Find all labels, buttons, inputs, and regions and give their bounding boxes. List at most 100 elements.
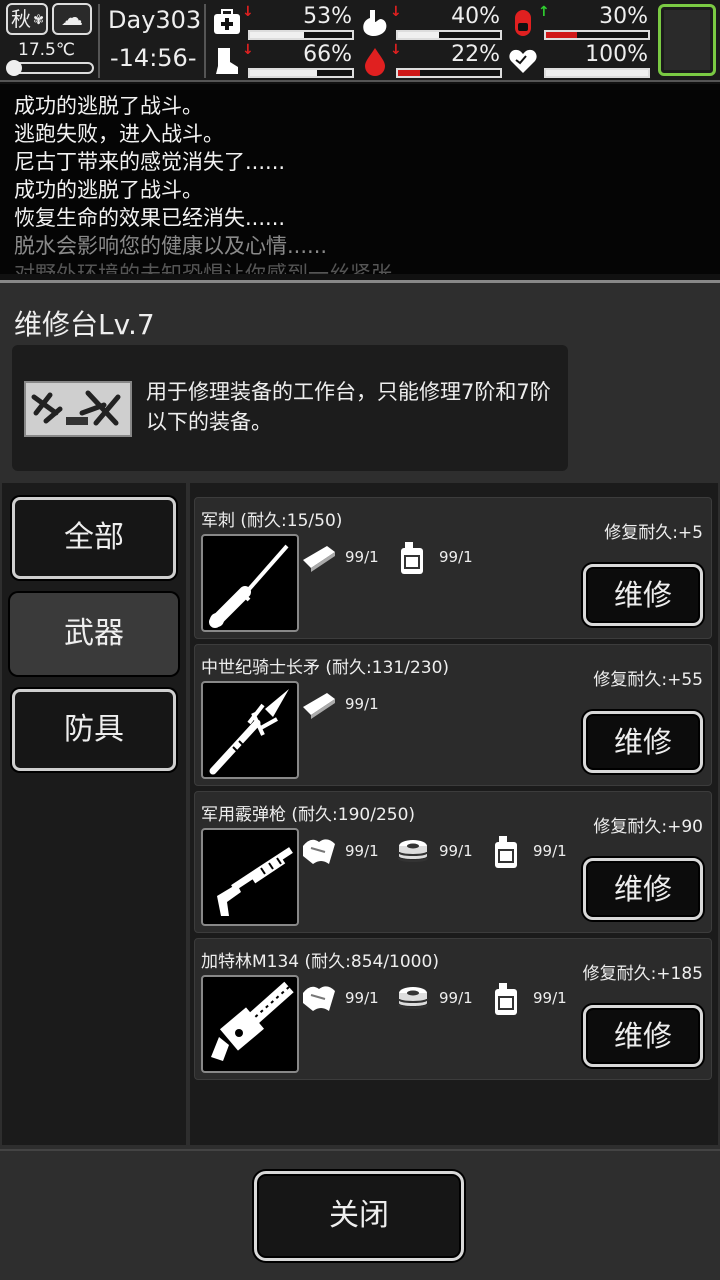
heart-icon — [508, 46, 538, 76]
arrow-down-icon: ↓ — [242, 4, 254, 20]
repair-bonus: 修复耐久:+55 — [593, 670, 703, 690]
minigun-icon[interactable] — [201, 975, 299, 1073]
arrow-up-icon: ↑ — [538, 4, 550, 20]
item-name: 中世纪骑士长矛 (耐久:131/230) — [201, 658, 450, 678]
item-name: 军用霰弹枪 (耐久:190/250) — [201, 805, 416, 825]
oil-can-icon — [487, 981, 527, 1017]
repair-bonus: 修复耐久:+5 — [604, 523, 703, 543]
panel-title: 维修台Lv.7 — [14, 308, 155, 341]
medkit-icon — [212, 8, 242, 38]
pill-icon — [508, 8, 538, 38]
stat-bar-fill — [398, 70, 421, 76]
stat-stamina[interactable]: ↓ 66% — [212, 42, 358, 80]
workbench-tools-icon — [24, 381, 132, 437]
leaf-icon: ✾ — [33, 13, 44, 28]
stomach-icon — [360, 8, 390, 38]
stat-percent: 66% — [303, 42, 352, 67]
tab-weapons[interactable]: 武器 — [10, 593, 178, 675]
material-requirement[interactable]: 99/1 — [487, 834, 581, 874]
material-count: 99/1 — [345, 989, 379, 1007]
log-line: 对野外环境的未知恐惧让你感到一丝紧张...... — [14, 262, 433, 274]
season-badge: 秋 ✾ — [6, 3, 48, 35]
material-requirement[interactable]: 99/1 — [393, 981, 487, 1021]
stat-bar-fill — [546, 70, 648, 76]
close-button[interactable]: 关闭 — [254, 1171, 464, 1261]
repair-button[interactable]: 维修 — [583, 564, 703, 626]
temperature: 17.5℃ — [18, 40, 75, 60]
repair-item: 军刺 (耐久:15/50) 99/1 99/1 修复耐久:+5 维修 — [194, 497, 712, 639]
material-count: 99/1 — [439, 548, 473, 566]
stat-bar-fill — [546, 32, 577, 38]
material-requirement[interactable]: 99/1 — [393, 540, 487, 580]
stat-percent: 40% — [451, 4, 500, 29]
category-tabs: 全部 武器 防具 — [2, 483, 186, 1145]
stat-mood[interactable]: 100% — [508, 42, 654, 80]
panel-footer: 关闭 — [0, 1149, 720, 1280]
material-requirement[interactable]: 99/1 — [299, 834, 393, 874]
shotgun-icon[interactable] — [201, 828, 299, 926]
material-count: 99/1 — [439, 842, 473, 860]
log-line: 恢复生命的效果已经消失...... — [14, 206, 286, 230]
repair-panel: 维修台Lv.7 用于修理装备的工作台，只能修理7阶和7阶以下的装备。 全部 武器防… — [0, 280, 720, 1280]
whetstone-icon — [299, 687, 339, 723]
message-log[interactable]: 成功的逃脱了战斗。 逃跑失败，进入战斗。 尼古丁带来的感觉消失了...... 成功的逃… — [0, 84, 720, 274]
repair-item: 中世纪骑士长矛 (耐久:131/230) 99/1 修复耐久:+55 维修 — [194, 644, 712, 786]
stat-bar — [544, 68, 650, 78]
stat-bar — [248, 68, 354, 78]
bayonet-icon[interactable] — [201, 534, 299, 632]
log-line: 逃跑失败，进入战斗。 — [14, 122, 224, 146]
tape-icon — [393, 834, 433, 870]
stat-hunger[interactable]: ↓ 40% — [360, 4, 506, 42]
material-count: 99/1 — [345, 842, 379, 860]
repair-item: 军用霰弹枪 (耐久:190/250) 99/1 99/1 99/1 修复耐久:+90 维修 — [194, 791, 712, 933]
stat-bar — [248, 30, 354, 40]
material-requirement[interactable]: 99/1 — [487, 981, 581, 1021]
tab-armor[interactable]: 防具 — [12, 689, 176, 771]
repair-button[interactable]: 维修 — [583, 858, 703, 920]
stat-bar — [544, 30, 650, 40]
material-requirement[interactable]: 99/1 — [299, 540, 393, 580]
repair-button[interactable]: 维修 — [583, 711, 703, 773]
oil-can-icon — [487, 834, 527, 870]
tab-all[interactable]: 全部 — [12, 497, 176, 579]
divider — [204, 4, 206, 78]
stat-percent: 100% — [585, 42, 648, 67]
material-count: 99/1 — [533, 989, 567, 1007]
material-requirement[interactable]: 99/1 — [299, 687, 393, 727]
character-portrait[interactable] — [658, 4, 716, 76]
oil-can-icon — [393, 540, 433, 576]
stat-bar-fill — [398, 32, 439, 38]
stat-percent: 53% — [303, 4, 352, 29]
stat-bar-fill — [250, 32, 305, 38]
divider — [98, 4, 100, 78]
status-bar: 秋 ✾ ☁ 17.5℃ Day303 -14:56- ↓ 53% ↓ 40% ↑ 30% ↓… — [0, 0, 720, 82]
material-requirement[interactable]: 99/1 — [393, 834, 487, 874]
thermometer-icon — [6, 60, 94, 76]
material-count: 99/1 — [533, 842, 567, 860]
item-name: 加特林M134 (耐久:854/1000) — [201, 952, 439, 972]
arrow-down-icon: ↓ — [242, 42, 254, 58]
material-count: 99/1 — [345, 695, 379, 713]
season-label: 秋 — [11, 7, 31, 31]
spear-icon[interactable] — [201, 681, 299, 779]
repair-button[interactable]: 维修 — [583, 1005, 703, 1067]
repair-item-list[interactable]: 军刺 (耐久:15/50) 99/1 99/1 修复耐久:+5 维修 中世纪骑士长矛 (耐… — [190, 483, 718, 1145]
boot-icon — [212, 46, 242, 76]
stat-bar — [396, 30, 502, 40]
stat-health[interactable]: ↓ 53% — [212, 4, 358, 42]
stat-infection[interactable]: ↑ 30% — [508, 4, 654, 42]
cloth-icon — [299, 981, 339, 1017]
arrow-down-icon: ↓ — [390, 42, 402, 58]
stat-bar-fill — [250, 70, 318, 76]
arrow-down-icon: ↓ — [390, 4, 402, 20]
material-requirement[interactable]: 99/1 — [299, 981, 393, 1021]
stat-percent: 30% — [599, 4, 648, 29]
log-line: 尼古丁带来的感觉消失了...... — [14, 150, 286, 174]
day-counter: Day303 — [108, 6, 202, 34]
blood-drop-icon — [360, 46, 390, 76]
repair-item: 加特林M134 (耐久:854/1000) 99/1 99/1 99/1 修复耐久:+1… — [194, 938, 712, 1080]
cloth-icon — [299, 834, 339, 870]
stat-bar — [396, 68, 502, 78]
log-line: 成功的逃脱了战斗。 — [14, 178, 203, 202]
stat-thirst[interactable]: ↓ 22% — [360, 42, 506, 80]
